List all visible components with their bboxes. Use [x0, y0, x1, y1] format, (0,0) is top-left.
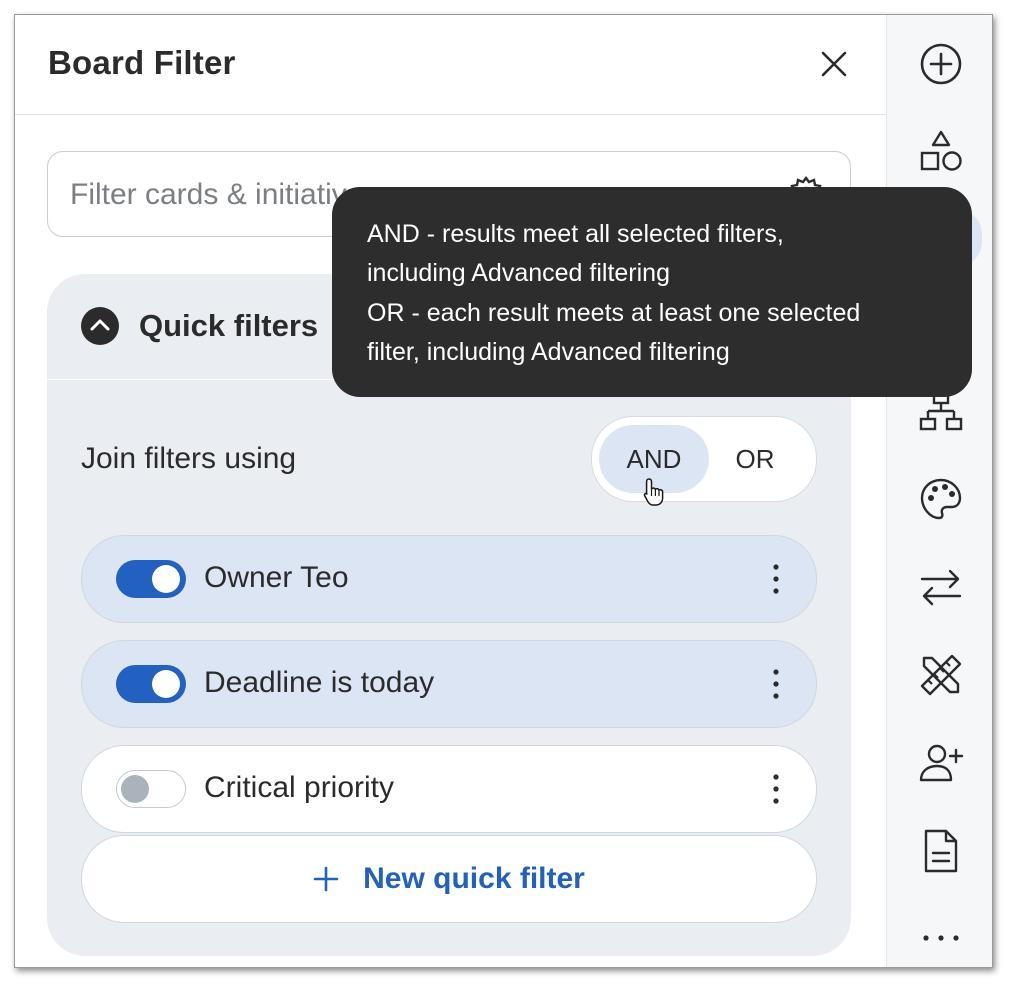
more-options-icon[interactable]: [770, 667, 782, 701]
toggle-knob: [121, 774, 149, 803]
close-icon: [821, 51, 847, 77]
tooltip-line: filter, including Advanced filtering: [367, 338, 730, 366]
palette-icon[interactable]: [918, 476, 964, 522]
more-options-icon[interactable]: [770, 772, 782, 806]
new-quick-filter-label: New quick filter: [363, 862, 585, 895]
quick-filter-label: Critical priority: [204, 771, 395, 804]
quick-filter-row[interactable]: Deadline is today: [81, 640, 817, 728]
right-toolbar: [886, 15, 992, 967]
filter-toggle[interactable]: [116, 770, 186, 808]
tooltip-line: AND - results meet all selected filters,: [367, 220, 784, 248]
swap-arrows-icon[interactable]: [918, 564, 964, 610]
join-or-button[interactable]: OR: [700, 425, 810, 493]
collapse-button[interactable]: [81, 307, 119, 345]
chevron-up-icon: [90, 319, 110, 331]
quick-filter-row[interactable]: Owner Teo: [81, 535, 817, 623]
quick-filters-title: Quick filters: [139, 308, 319, 343]
join-filters-label: Join filters using: [81, 442, 297, 475]
more-icon[interactable]: [918, 915, 964, 961]
document-icon[interactable]: [918, 828, 964, 874]
plus-icon: [313, 866, 339, 892]
toggle-knob: [152, 670, 180, 698]
board-filter-panel: Board Filter Filter cards & initiatives …: [15, 15, 886, 967]
tooltip-line: including Advanced filtering: [367, 259, 670, 287]
toggle-knob: [152, 565, 180, 593]
board-filter-window: Board Filter Filter cards & initiatives …: [14, 14, 993, 968]
join-mode-switch: AND OR: [591, 416, 817, 502]
more-options-icon[interactable]: [770, 562, 782, 596]
quick-filter-label: Deadline is today: [204, 666, 435, 699]
hand-cursor-icon: [643, 478, 664, 506]
filter-toggle[interactable]: [116, 665, 186, 703]
add-circle-icon[interactable]: [918, 41, 964, 87]
ruler-pencil-icon[interactable]: [918, 652, 964, 698]
new-quick-filter-button[interactable]: New quick filter: [81, 835, 817, 923]
filter-toggle[interactable]: [116, 560, 186, 598]
tooltip-line: OR - each result meets at least one sele…: [367, 299, 861, 327]
panel-title: Board Filter: [48, 44, 236, 81]
panel-header: Board Filter: [15, 15, 886, 115]
shapes-icon[interactable]: [918, 129, 964, 175]
close-button[interactable]: [815, 45, 853, 83]
join-mode-tooltip: AND - results meet all selected filters,…: [332, 187, 972, 397]
add-user-icon[interactable]: [918, 740, 964, 786]
quick-filter-label: Owner Teo: [204, 561, 349, 594]
quick-filter-row[interactable]: Critical priority: [81, 745, 817, 833]
